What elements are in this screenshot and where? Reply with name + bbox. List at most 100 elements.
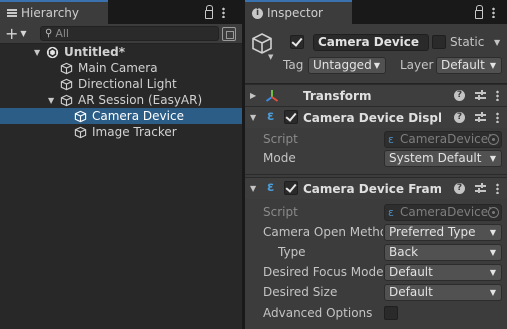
chevron-down-icon: ▼: [489, 154, 496, 163]
fold-closed-icon[interactable]: ▶: [250, 91, 256, 100]
gameobject-cube-icon: [74, 110, 87, 122]
field-label: Type: [278, 245, 306, 259]
transform-axis-icon: [265, 90, 279, 102]
hierarchy-item-directional-light[interactable]: Directional Light: [0, 76, 242, 92]
component-enabled-toggle[interactable]: [284, 110, 298, 124]
hierarchy-item-label: Main Camera: [78, 61, 158, 75]
chevron-down-icon: ▼: [20, 29, 27, 38]
hierarchy-item-image-tracker[interactable]: Image Tracker: [0, 124, 242, 140]
presets-icon[interactable]: [475, 183, 486, 194]
hierarchy-tab-controls: [205, 0, 225, 24]
field-label: Script: [263, 132, 298, 146]
component-camera-device-display-header[interactable]: ▼ ε Camera Device Display ( ?: [245, 106, 507, 128]
plus-icon: +: [5, 24, 19, 43]
type-dropdown[interactable]: Back ▼: [384, 244, 502, 261]
presets-icon[interactable]: [475, 90, 486, 101]
chevron-down-icon: ▼: [268, 53, 274, 61]
active-toggle[interactable]: [290, 35, 304, 49]
desired-focus-mode-dropdown[interactable]: Default ▼: [384, 264, 502, 281]
tab-hierarchy-label: Hierarchy: [21, 6, 80, 20]
field-label: Advanced Options: [263, 306, 373, 320]
tab-hierarchy[interactable]: Hierarchy: [0, 0, 108, 24]
script-object-field[interactable]: ε CameraDeviceI: [384, 204, 502, 221]
type-value: Back: [389, 245, 419, 259]
inspector-tab-controls: [475, 0, 495, 24]
scene-visibility-icon[interactable]: [222, 27, 236, 41]
script-value: CameraDeviceI: [400, 132, 492, 146]
component-enabled-toggle[interactable]: [284, 181, 298, 195]
hierarchy-item-main-camera[interactable]: Main Camera: [0, 60, 242, 76]
kebab-menu-icon[interactable]: [496, 112, 499, 123]
component-title: Camera Device Display (: [303, 110, 441, 125]
field-label: Script: [263, 205, 298, 219]
desired-size-dropdown[interactable]: Default ▼: [384, 284, 502, 301]
hierarchy-item-label: AR Session (EasyAR): [78, 93, 203, 107]
fold-open-icon[interactable]: ▼: [34, 48, 40, 57]
object-picker-icon[interactable]: [488, 207, 499, 218]
hierarchy-item-label: Untitled*: [64, 45, 125, 59]
field-row-type: Type Back ▼: [245, 244, 507, 262]
hierarchy-item-label: Directional Light: [78, 77, 177, 91]
kebab-menu-icon[interactable]: [496, 90, 499, 101]
field-row-desired-focus-mode: Desired Focus Mode Default ▼: [245, 264, 507, 282]
help-icon[interactable]: ?: [454, 112, 465, 123]
tag-label: Tag: [283, 58, 304, 72]
gameobject-cube-icon: [60, 78, 73, 90]
hierarchy-toolbar: + ▼ ⚲ All: [0, 24, 242, 44]
presets-icon[interactable]: [475, 112, 486, 123]
object-picker-icon[interactable]: [488, 134, 499, 145]
search-placeholder: All: [55, 27, 69, 40]
field-label: Camera Open Metho: [263, 225, 383, 239]
field-label: Desired Focus Mode: [263, 265, 383, 279]
static-toggle[interactable]: [432, 35, 446, 49]
advanced-options-checkbox[interactable]: [384, 306, 398, 320]
create-button[interactable]: + ▼: [5, 25, 27, 42]
object-name-field[interactable]: Camera Device: [313, 34, 429, 51]
camera-open-method-dropdown[interactable]: Preferred Type ▼: [384, 224, 502, 241]
script-value: CameraDeviceI: [400, 205, 492, 219]
fold-open-icon[interactable]: ▼: [250, 184, 256, 193]
tag-dropdown[interactable]: Untagged ▼: [308, 57, 386, 74]
field-label: Mode: [263, 151, 296, 165]
lock-icon[interactable]: [205, 4, 213, 19]
component-transform-header[interactable]: ▶ Transform ?: [245, 84, 507, 106]
tag-value: Untagged: [313, 58, 372, 72]
tab-inspector[interactable]: i Inspector: [245, 0, 352, 24]
hierarchy-tabbar: Hierarchy: [0, 0, 242, 24]
mode-value: System Default: [389, 151, 482, 165]
field-row-advanced-options: Advanced Options: [245, 305, 507, 323]
component-tools: ?: [454, 112, 499, 123]
lock-icon[interactable]: [475, 4, 483, 19]
hierarchy-search-input[interactable]: ⚲ All: [40, 26, 219, 41]
inspector-window: i Inspector ▼ Camera Device Static ▼ Tag…: [245, 0, 507, 329]
field-row-camera-open-method: Camera Open Metho Preferred Type ▼: [245, 224, 507, 242]
desired-focus-mode-value: Default: [389, 265, 433, 279]
chevron-down-icon: ▼: [373, 61, 380, 70]
info-icon: i: [252, 7, 263, 19]
static-dropdown-icon[interactable]: ▼: [494, 38, 500, 47]
layer-dropdown[interactable]: Default ▼: [436, 57, 502, 74]
tab-inspector-label: Inspector: [267, 6, 323, 20]
field-row-mode: Mode System Default ▼: [245, 150, 507, 168]
hierarchy-item-untitled-scene[interactable]: ▼ Untitled*: [0, 44, 242, 60]
csharp-script-icon: ε: [388, 206, 394, 219]
csharp-script-icon: ε: [267, 180, 275, 195]
help-icon[interactable]: ?: [454, 90, 465, 101]
kebab-menu-icon[interactable]: [496, 183, 499, 194]
chevron-down-icon: ▼: [489, 268, 496, 277]
kebab-menu-icon[interactable]: [222, 6, 225, 18]
hierarchy-window: Hierarchy + ▼ ⚲ All ▼ Untitled* Main Cam…: [0, 0, 242, 329]
help-icon[interactable]: ?: [454, 183, 465, 194]
mode-dropdown[interactable]: System Default ▼: [384, 150, 502, 167]
hierarchy-item-camera-device[interactable]: Camera Device: [0, 108, 242, 124]
field-row-script: Script ε CameraDeviceI: [245, 204, 507, 222]
fold-open-icon[interactable]: ▼: [250, 113, 256, 122]
kebab-menu-icon[interactable]: [492, 6, 495, 18]
layer-value: Default: [441, 58, 485, 72]
fold-open-icon[interactable]: ▼: [48, 96, 54, 105]
component-camera-device-frame-source-header[interactable]: ▼ ε Camera Device Frame S ?: [245, 177, 507, 199]
unity-scene-icon: [46, 46, 59, 58]
hierarchy-item-ar-session[interactable]: ▼ AR Session (EasyAR): [0, 92, 242, 108]
script-object-field[interactable]: ε CameraDeviceI: [384, 131, 502, 148]
layer-label: Layer: [400, 58, 434, 72]
